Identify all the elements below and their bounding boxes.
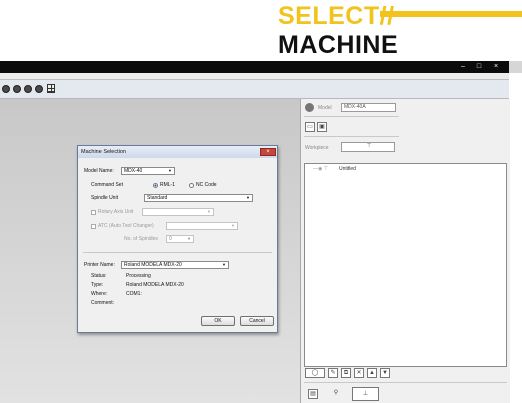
title-bar: – □ × bbox=[0, 61, 509, 73]
divider bbox=[304, 116, 399, 117]
ok-button[interactable]: OK bbox=[201, 316, 235, 326]
model-label: Model bbox=[318, 105, 332, 111]
sphere-icon[interactable] bbox=[13, 85, 21, 93]
minimize-icon[interactable]: – bbox=[457, 63, 469, 71]
sphere-icon[interactable] bbox=[35, 85, 43, 93]
image-icon[interactable]: ▣ bbox=[317, 122, 327, 132]
no-of-spindles-label: No. of Spindles bbox=[124, 236, 158, 242]
workpiece-label: Workpiece bbox=[305, 145, 329, 151]
grid-icon[interactable] bbox=[47, 84, 55, 93]
maximize-icon[interactable]: □ bbox=[473, 63, 485, 71]
where-value: COM1: bbox=[126, 291, 142, 297]
where-label: Where: bbox=[91, 291, 108, 297]
printer-name-select[interactable]: Roland MODELA MDX-20 bbox=[121, 261, 229, 269]
cut-preview-icon[interactable]: ⊥ bbox=[352, 387, 379, 401]
atc-label: ATC (Auto Tool Changer) bbox=[98, 223, 154, 229]
rotary-axis-select[interactable] bbox=[142, 208, 214, 216]
divider bbox=[83, 252, 272, 253]
printer-name-label: Printer Name: bbox=[84, 262, 115, 268]
rml-1-label: RML-1 bbox=[160, 182, 176, 188]
menu-bar bbox=[0, 73, 509, 80]
model-name-label: Model Name: bbox=[84, 168, 114, 174]
tree-node-icon: —◉ ⊤ bbox=[313, 166, 329, 172]
cancel-button[interactable]: Cancel bbox=[240, 316, 274, 326]
view-toolbar bbox=[0, 80, 509, 99]
no-of-spindles-select[interactable]: 0 bbox=[166, 235, 194, 243]
close-window-icon[interactable]: × bbox=[490, 63, 502, 71]
dialog-close-button[interactable]: × bbox=[260, 148, 276, 156]
window-edge bbox=[509, 73, 522, 403]
atc-checkbox[interactable] bbox=[91, 224, 96, 229]
type-label: Type: bbox=[91, 282, 104, 288]
nc-code-radio[interactable] bbox=[189, 183, 194, 188]
atc-select[interactable] bbox=[166, 222, 238, 230]
machine-gear-icon[interactable] bbox=[305, 103, 314, 112]
rml-1-radio[interactable] bbox=[153, 183, 158, 188]
type-value: Roland MODELA MDX-20 bbox=[126, 282, 184, 288]
edit-icon[interactable]: ✎ bbox=[328, 368, 338, 378]
rotary-axis-checkbox[interactable] bbox=[91, 210, 96, 215]
copy-icon[interactable]: ⧉ bbox=[341, 368, 351, 378]
move-up-icon[interactable]: ▲ bbox=[367, 368, 377, 378]
spindle-unit-select[interactable]: Standard bbox=[144, 194, 253, 202]
sphere-icon[interactable] bbox=[2, 85, 10, 93]
status-value: Processing bbox=[126, 273, 151, 279]
layout-icon[interactable]: ▭ bbox=[305, 122, 315, 132]
delete-icon[interactable]: ✕ bbox=[354, 368, 364, 378]
new-object-icon[interactable]: ◯ bbox=[305, 368, 325, 378]
spindle-unit-label: Spindle Unit bbox=[91, 195, 118, 201]
model-name-select[interactable]: MDX-40 bbox=[121, 167, 175, 175]
machine-selection-dialog: Machine Selection × Model Name: MDX-40 C… bbox=[77, 145, 278, 333]
comment-label: Comment: bbox=[91, 300, 115, 306]
banner-title-line2: MACHINE bbox=[278, 31, 399, 59]
search-icon[interactable]: ⚲ bbox=[331, 389, 341, 399]
rotary-axis-label: Rotary Axis Unit bbox=[98, 209, 134, 215]
model-select[interactable]: MDX-40A bbox=[341, 103, 396, 112]
dialog-title: Machine Selection bbox=[78, 146, 277, 158]
workpiece-button[interactable]: ⊤ bbox=[341, 142, 395, 152]
status-label: Status: bbox=[91, 273, 107, 279]
properties-panel: Model MDX-40A ▭ ▣ Workpiece ⊤ —◉ ⊤ Untit… bbox=[300, 99, 510, 403]
nc-code-label: NC Code bbox=[196, 182, 217, 188]
command-set-label: Command Set bbox=[91, 182, 123, 188]
banner-title-line1: SELECT// bbox=[278, 2, 395, 30]
tree-item[interactable]: Untitled bbox=[339, 166, 356, 172]
document-icon[interactable]: ▤ bbox=[308, 389, 318, 399]
object-tree[interactable]: —◉ ⊤ Untitled bbox=[304, 163, 507, 367]
divider bbox=[304, 136, 399, 137]
move-down-icon[interactable]: ▼ bbox=[380, 368, 390, 378]
banner-accent-bar bbox=[380, 11, 522, 17]
divider bbox=[304, 382, 507, 383]
sphere-icon[interactable] bbox=[24, 85, 32, 93]
